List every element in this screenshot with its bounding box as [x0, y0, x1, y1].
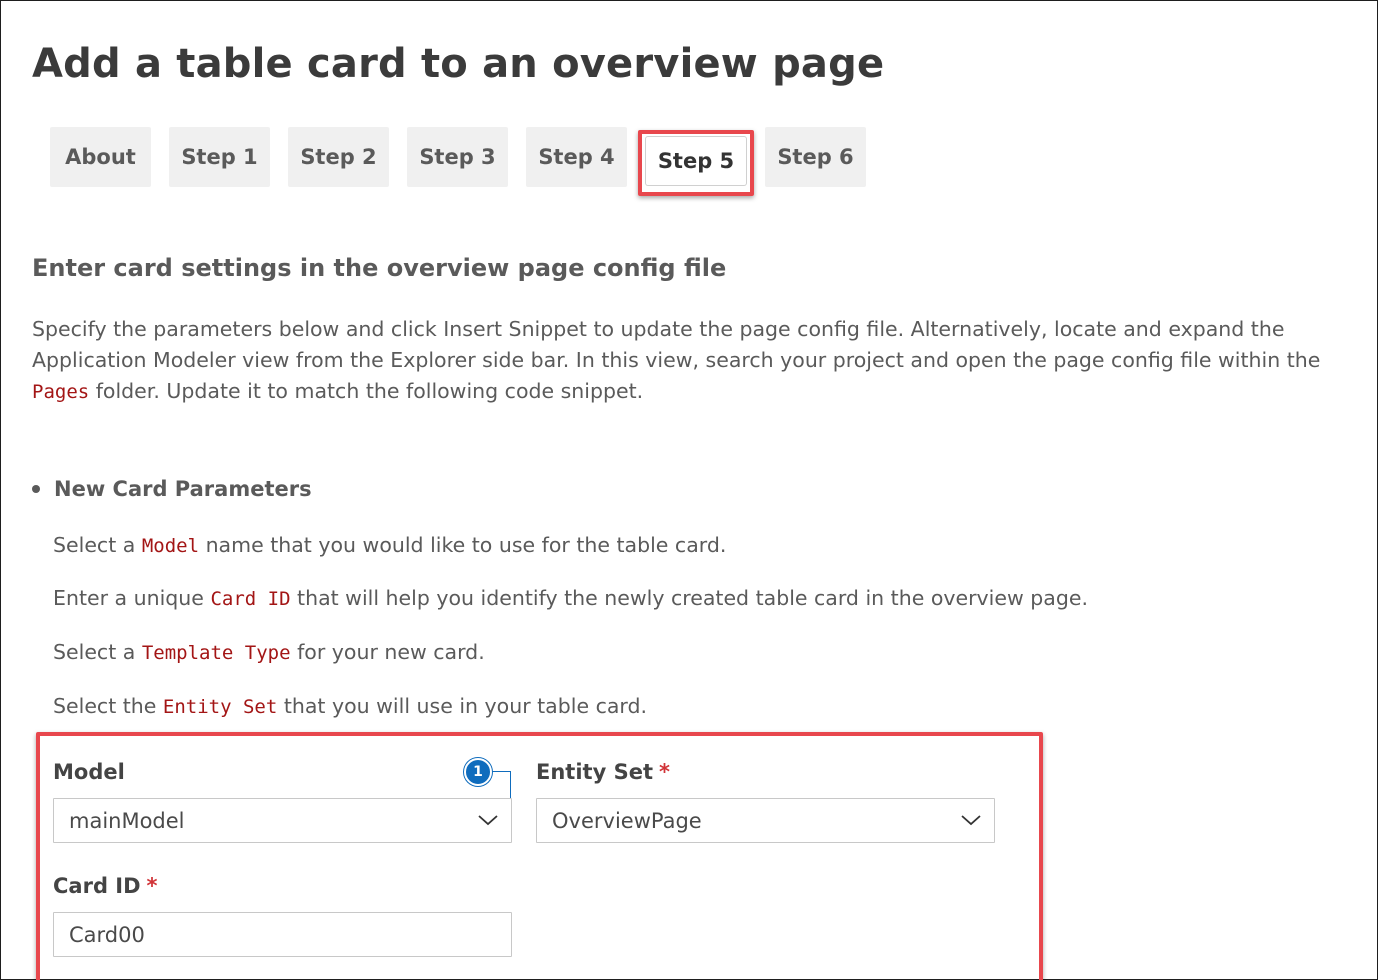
- entity-set-select-value: OverviewPage: [552, 808, 702, 833]
- section-description: Specify the parameters below and click I…: [32, 314, 1372, 408]
- param-entity-line: Select the Entity Set that you will use …: [53, 694, 648, 718]
- chevron-down-icon: [961, 815, 981, 826]
- required-mark: *: [146, 874, 158, 898]
- tab-step-5[interactable]: Step 5: [646, 137, 746, 185]
- card-id-label: Card ID *: [53, 874, 158, 898]
- model-select-value: mainModel: [69, 808, 185, 833]
- tab-about[interactable]: About: [50, 127, 151, 187]
- tab-step-2[interactable]: Step 2: [288, 127, 389, 187]
- bullet-dot-icon: [32, 485, 40, 493]
- entity-set-select[interactable]: OverviewPage: [536, 798, 995, 843]
- model-label: Model: [53, 760, 125, 784]
- param-cardid-line: Enter a unique Card ID that will help yo…: [53, 586, 1088, 610]
- section-heading: Enter card settings in the overview page…: [32, 254, 727, 282]
- page-title: Add a table card to an overview page: [32, 41, 885, 87]
- entity-set-label: Entity Set *: [536, 760, 670, 784]
- description-text-end: folder. Update it to match the following…: [89, 379, 644, 403]
- parameters-heading: New Card Parameters: [54, 477, 312, 501]
- step-badge: 1: [464, 758, 492, 786]
- description-text: Specify the parameters below and click I…: [32, 317, 1321, 372]
- template-type-code: Template Type: [141, 642, 291, 664]
- tab-step-4[interactable]: Step 4: [526, 127, 627, 187]
- step-tabs: About Step 1 Step 2 Step 3 Step 4 Step 5…: [1, 127, 1377, 187]
- entity-set-code: Entity Set: [162, 696, 278, 718]
- model-select[interactable]: mainModel: [53, 798, 512, 843]
- param-template-line: Select a Template Type for your new card…: [53, 640, 485, 664]
- tab-step-1[interactable]: Step 1: [169, 127, 270, 187]
- card-id-value: Card00: [69, 922, 145, 947]
- pages-folder-code: Pages: [32, 381, 90, 403]
- parameters-bullet: New Card Parameters: [32, 477, 312, 501]
- badge-connector: [492, 771, 511, 798]
- card-id-input[interactable]: Card00: [53, 912, 512, 957]
- model-code: Model: [141, 535, 200, 557]
- tab-step-3[interactable]: Step 3: [407, 127, 508, 187]
- tab-step-6[interactable]: Step 6: [765, 127, 866, 187]
- required-mark: *: [658, 760, 670, 784]
- cardid-code: Card ID: [210, 588, 291, 610]
- param-model-line: Select a Model name that you would like …: [53, 533, 727, 557]
- chevron-down-icon: [478, 815, 498, 826]
